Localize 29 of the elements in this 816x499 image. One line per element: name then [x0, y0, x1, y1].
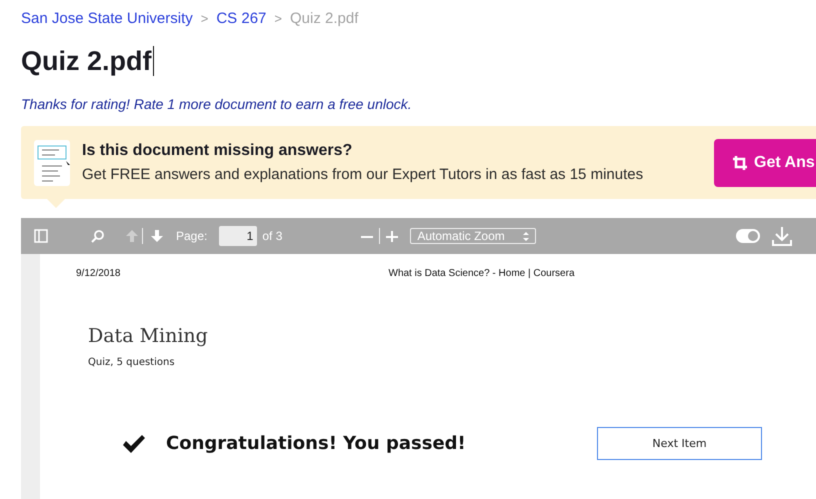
- zoom-in-icon[interactable]: [386, 230, 398, 242]
- page-total: of 3: [262, 229, 282, 243]
- sidebar-toggle-icon[interactable]: [34, 229, 48, 243]
- rating-note: Thanks for rating! Rate 1 more document to earn a free unlock.: [21, 96, 413, 112]
- page-title: Quiz 2.pdf: [21, 46, 154, 76]
- download-icon[interactable]: [772, 226, 792, 246]
- breadcrumb-separator: >: [274, 10, 282, 26]
- toggle-switch-icon[interactable]: [736, 229, 760, 243]
- document-icon: [33, 138, 71, 186]
- arrow-down-icon[interactable]: [150, 229, 164, 243]
- banner-text: Get FREE answers and explanations from our Expert Tutors in as fast as 15 minutes: [82, 166, 644, 183]
- arrow-up-icon[interactable]: [125, 229, 139, 243]
- page-label: Page:: [176, 229, 208, 243]
- get-answers-button[interactable]: Get Ans: [714, 138, 816, 186]
- checkmark-icon: [122, 434, 146, 454]
- breadcrumb-link[interactable]: San Jose State University: [21, 10, 193, 26]
- crop-icon: [732, 154, 748, 170]
- breadcrumb-link[interactable]: CS 267: [216, 10, 266, 26]
- document-date: 9/12/2018: [76, 268, 120, 279]
- result-message: Congratulations! You passed!: [166, 433, 467, 454]
- spinner-caret-icon: [523, 232, 530, 240]
- quiz-subtitle: Quiz, 5 questions: [88, 357, 176, 368]
- next-item-button[interactable]: Next Item: [597, 427, 762, 460]
- banner-heading: Is this document missing answers?: [82, 142, 354, 160]
- page-number-field[interactable]: 1: [219, 226, 258, 246]
- breadcrumb-separator: >: [200, 10, 208, 26]
- document-header: What is Data Science? - Home | Coursera: [388, 268, 575, 279]
- search-icon[interactable]: [91, 229, 105, 243]
- course-title: Data Mining: [88, 325, 209, 347]
